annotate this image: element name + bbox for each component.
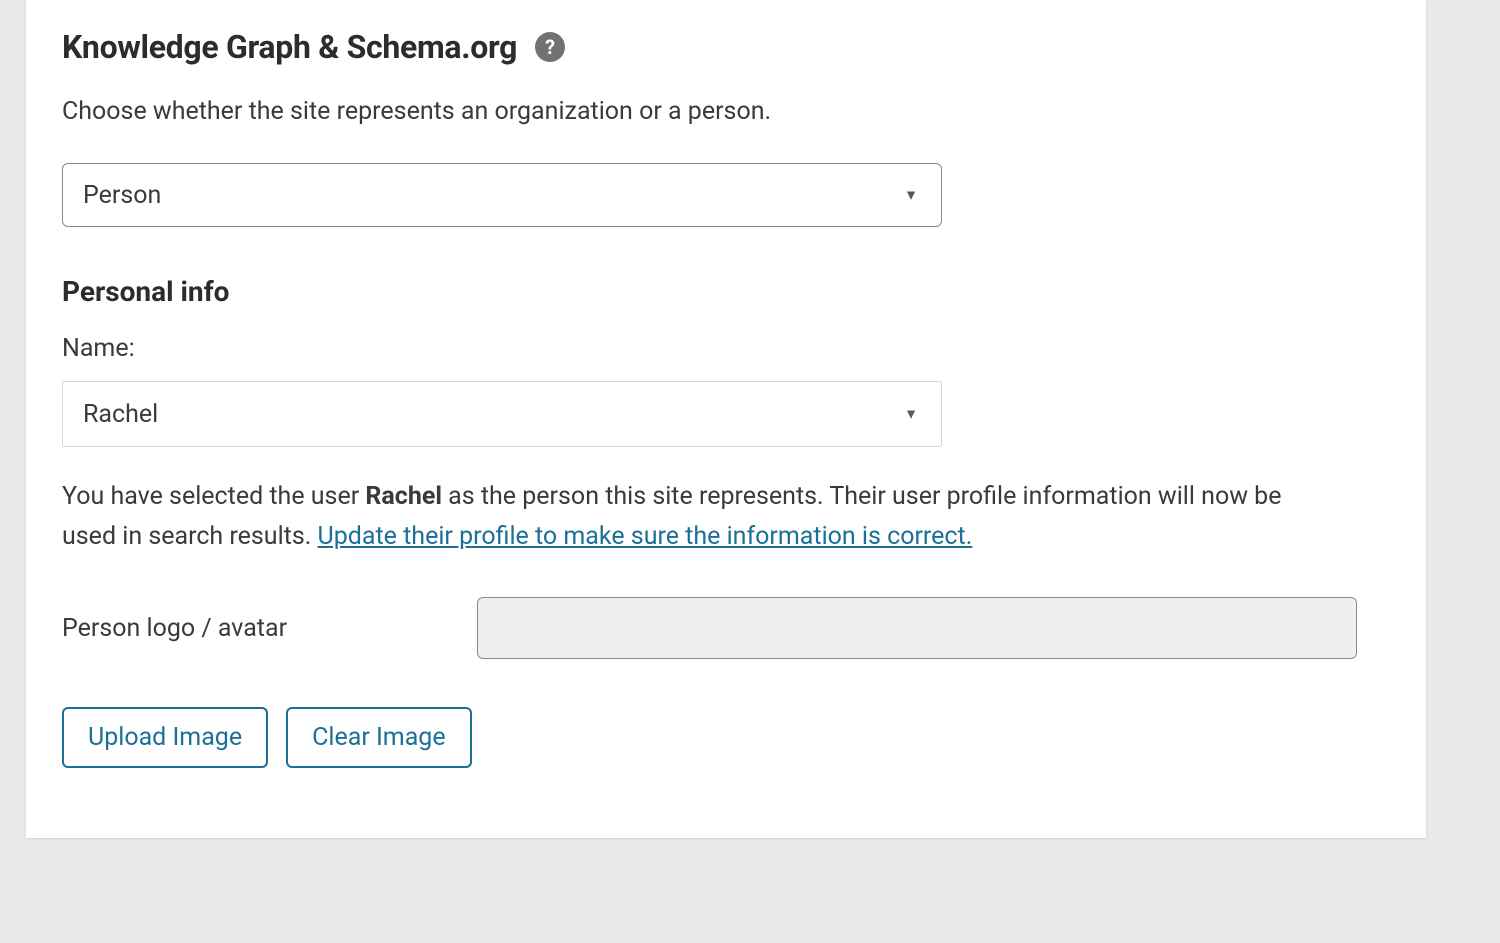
name-label: Name: — [62, 334, 1390, 363]
logo-label: Person logo / avatar — [62, 614, 287, 643]
name-select-wrapper: Rachel ▼ — [62, 381, 942, 447]
info-user-name: Rachel — [365, 482, 442, 511]
section-description: Choose whether the site represents an or… — [62, 94, 1390, 129]
clear-image-button[interactable]: Clear Image — [286, 707, 472, 768]
section-title-row: Knowledge Graph & Schema.org ? — [62, 28, 1390, 66]
help-icon[interactable]: ? — [535, 32, 565, 62]
name-select[interactable]: Rachel — [62, 381, 942, 447]
logo-row: Person logo / avatar — [62, 597, 1390, 659]
upload-image-button[interactable]: Upload Image — [62, 707, 268, 768]
settings-panel: Knowledge Graph & Schema.org ? Choose wh… — [26, 0, 1426, 838]
personal-info-title: Personal info — [62, 275, 1390, 308]
logo-avatar-input[interactable] — [477, 597, 1357, 659]
selected-user-info: You have selected the user Rachel as the… — [62, 477, 1332, 557]
update-profile-link[interactable]: Update their profile to make sure the in… — [318, 522, 973, 551]
image-button-row: Upload Image Clear Image — [62, 707, 1390, 768]
entity-type-select[interactable]: Person — [62, 163, 942, 227]
entity-type-select-wrapper: Person ▼ — [62, 163, 942, 227]
info-prefix: You have selected the user — [62, 482, 365, 511]
section-title: Knowledge Graph & Schema.org — [62, 28, 517, 66]
